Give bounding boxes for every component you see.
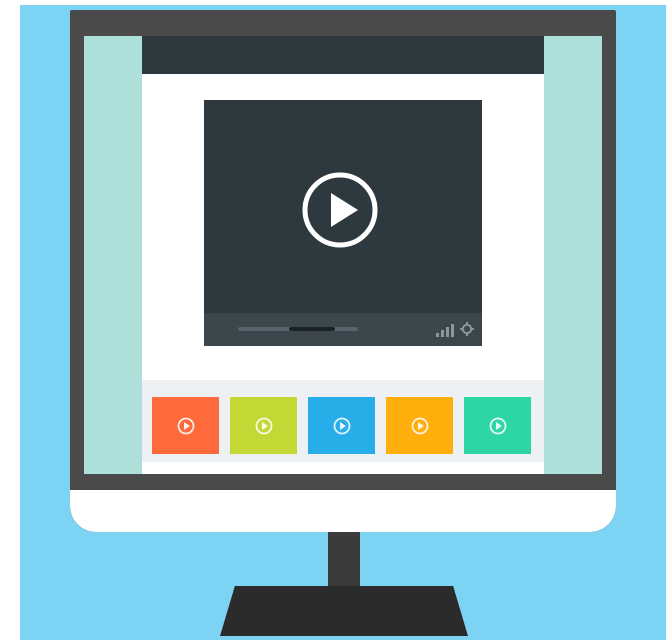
video-thumbnail[interactable]: [308, 397, 375, 454]
player-controls: [204, 313, 482, 346]
video-thumbnail[interactable]: [152, 397, 219, 454]
progress-bar[interactable]: [238, 327, 358, 331]
monitor-chin: [70, 490, 616, 532]
video-thumbnail[interactable]: [464, 397, 531, 454]
video-thumbnail[interactable]: [386, 397, 453, 454]
video-thumbnail[interactable]: [230, 397, 297, 454]
monitor-stand-base: [220, 586, 468, 636]
gear-icon[interactable]: [460, 322, 474, 336]
monitor-stand-neck: [328, 532, 360, 588]
screen: [84, 36, 602, 474]
play-circle-icon: [411, 417, 429, 435]
play-circle-icon[interactable]: [301, 171, 379, 249]
monitor: [70, 10, 616, 532]
play-circle-icon: [333, 417, 351, 435]
video-player[interactable]: [204, 100, 482, 346]
progress-handle[interactable]: [289, 327, 336, 331]
video-page: [142, 36, 544, 474]
play-circle-icon: [489, 417, 507, 435]
signal-icon: [436, 324, 454, 337]
thumbnail-strip: [142, 380, 544, 462]
header-bar: [142, 36, 544, 74]
play-circle-icon: [177, 417, 195, 435]
play-circle-icon: [255, 417, 273, 435]
